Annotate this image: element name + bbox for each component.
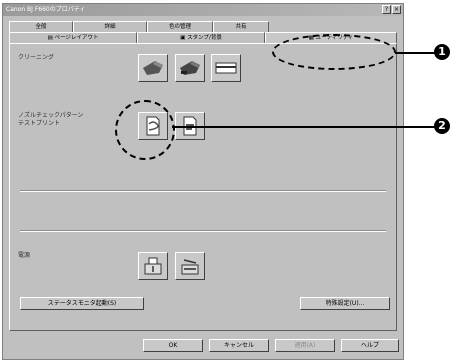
- callout-marker-2: 2: [434, 118, 450, 134]
- tab-general[interactable]: 全般: [9, 21, 73, 32]
- close-button[interactable]: ×: [392, 5, 401, 14]
- apply-button[interactable]: 適用(A): [275, 339, 335, 352]
- power-on-button[interactable]: [175, 252, 205, 280]
- ok-button[interactable]: OK: [143, 339, 203, 352]
- utility-panel: クリーニング ノズルチェックパターン テストプリント 電源 ステータスモニタ起動…: [9, 43, 397, 331]
- paper-feed-button[interactable]: [211, 54, 241, 82]
- power-label: 電源: [18, 252, 31, 259]
- callout-line-1: [395, 52, 437, 54]
- help-button[interactable]: ヘルプ: [341, 339, 399, 352]
- tab-sharing[interactable]: 共有: [213, 21, 269, 32]
- paper-feed-icon: [215, 62, 237, 74]
- deep-cleaning-button[interactable]: [175, 54, 205, 82]
- title-buttons: ? ×: [382, 5, 401, 14]
- cleaning-label: クリーニング: [18, 54, 55, 61]
- window-title: Canon BJ F660のプロパティ: [6, 6, 86, 13]
- callout-ellipse-nozzle-check: [115, 100, 175, 160]
- cancel-button[interactable]: キャンセル: [209, 339, 269, 352]
- separator-top: [20, 190, 386, 192]
- power-off-icon: [144, 257, 162, 275]
- help-title-button[interactable]: ?: [382, 5, 391, 14]
- separator-bottom: [20, 230, 386, 232]
- callout-ellipse-utility-tab: [272, 34, 396, 70]
- tab-stamp-background[interactable]: ▣ スタンプ/背景: [137, 32, 265, 43]
- tab-page-layout[interactable]: ▤ ページレイアウト: [9, 32, 137, 43]
- nozzle-check-label: ノズルチェックパターン テストプリント: [18, 112, 84, 127]
- cleaning-button[interactable]: [138, 54, 168, 82]
- title-bar: Canon BJ F660のプロパティ ? ×: [3, 4, 403, 16]
- tab-row-back: 全般 詳細 色の管理 共有: [9, 21, 397, 32]
- page-layout-icon: ▤: [47, 35, 55, 41]
- power-off-button[interactable]: [138, 252, 168, 280]
- callout-line-2: [172, 126, 435, 128]
- tab-color-management[interactable]: 色の管理: [147, 21, 213, 32]
- cleaning-icon: [143, 61, 163, 75]
- tab-details[interactable]: 詳細: [73, 21, 147, 32]
- callout-marker-1: 1: [434, 44, 450, 60]
- deep-cleaning-icon: [180, 61, 200, 75]
- special-settings-button[interactable]: 特殊設定(U)...: [300, 297, 390, 310]
- status-monitor-button[interactable]: ステータスモニタ起動(S): [20, 297, 144, 310]
- power-on-icon: [181, 259, 199, 275]
